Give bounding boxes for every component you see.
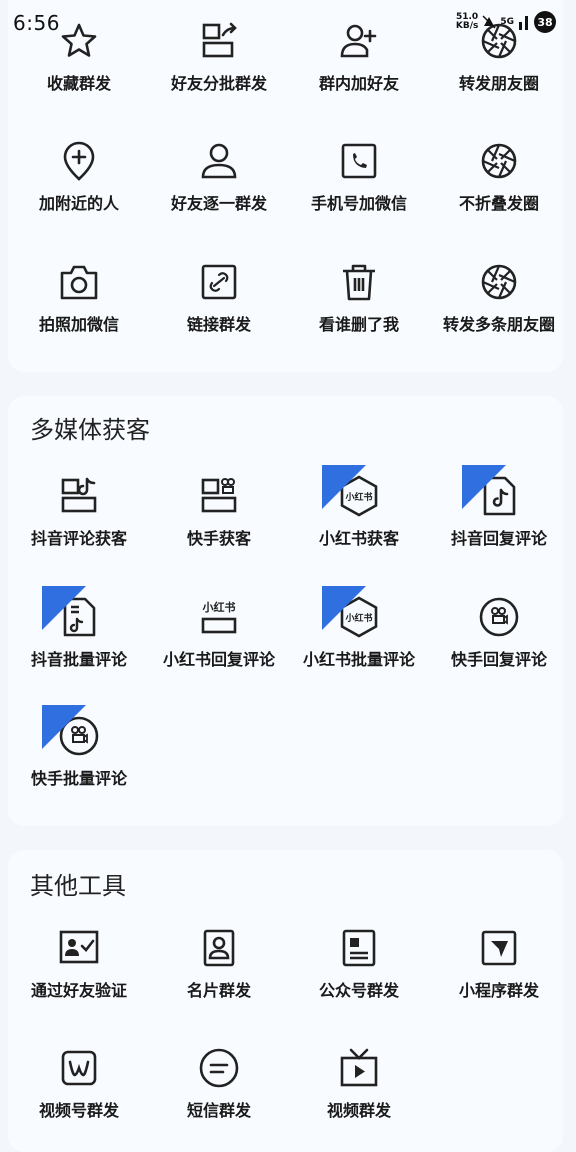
tool-label: 不折叠发圈 [458,194,539,213]
aperture-icon [481,143,517,179]
channels-icon [61,1050,97,1086]
tool-label: 手机号加微信 [310,194,407,213]
tool-label: 短信群发 [186,1101,251,1120]
tool-add-nearby[interactable]: 加附近的人 [4,138,154,214]
corner-badge-icon [42,705,86,749]
status-icons: 51.0 KB/s 5G 38 [456,11,556,33]
tool-kuaishou-leads[interactable]: 快手获客 [144,473,294,549]
battery-badge: 38 [534,11,556,33]
trash-icon [343,264,375,301]
tool-label: 加附近的人 [38,194,119,213]
tool-label: 好友分批群发 [170,74,267,93]
tool-label: 快手批量评论 [30,769,127,788]
tool-sms-broadcast[interactable]: 短信群发 [144,1045,294,1121]
tool-label: 链接群发 [186,315,251,334]
tool-label: 小程序群发 [458,981,539,1000]
multimedia-title: 多媒体获客 [30,416,150,444]
contact-card-icon [203,929,235,967]
tool-label: 转发朋友圈 [458,74,539,93]
tool-label: 快手回复评论 [450,650,547,669]
tool-xiaohongshu-leads[interactable]: 小红书 小红书获客 [284,465,434,549]
tool-friend-one-by-one[interactable]: 好友逐一群发 [144,138,294,214]
tool-label: 好友逐一群发 [170,194,267,213]
corner-badge-icon [42,586,86,630]
camera-icon [60,265,98,300]
tool-kuaishou-reply-comment[interactable]: 快手回复评论 [424,594,574,670]
tool-douyin-comment-leads[interactable]: 抖音评论获客 [4,473,154,549]
tool-forward-multi-moments[interactable]: 转发多条朋友圈 [424,259,574,335]
xhs-logo-text: 小红书 [202,600,236,614]
tv-icon [340,1048,378,1087]
corner-badge-icon [462,465,506,509]
douyin-card-icon [61,477,97,513]
tool-label: 名片群发 [186,981,251,1000]
tool-video-broadcast[interactable]: 视频群发 [284,1045,434,1121]
signal-icon [519,16,528,30]
status-time: 6:56 [13,11,60,35]
tool-official-account-broadcast[interactable]: 公众号群发 [284,925,434,1001]
corner-badge-icon [322,586,366,630]
tool-phone-add-wechat[interactable]: 手机号加微信 [284,138,434,214]
tool-label: 抖音批量评论 [30,650,127,669]
net-speed: 51.0 KB/s [456,13,478,31]
mute-icon [482,15,496,29]
tool-verify-friend[interactable]: 通过好友验证 [4,925,154,1001]
other-tools-title: 其他工具 [30,872,126,900]
tool-douyin-reply-comment[interactable]: 抖音回复评论 [424,465,574,549]
kuaishou-card-icon [201,478,237,513]
tool-label: 小红书获客 [318,529,399,548]
tool-label: 公众号群发 [318,981,399,1000]
verify-user-icon [59,930,99,964]
tool-xiaohongshu-batch-comment[interactable]: 小红书 小红书批量评论 [284,586,434,670]
mini-program-icon [481,930,517,966]
tool-link-broadcast[interactable]: 链接群发 [144,259,294,335]
network-type: 5G [500,17,514,27]
tool-label: 视频群发 [326,1101,391,1120]
tool-channels-broadcast[interactable]: 视频号群发 [4,1045,154,1121]
status-bar: 6:56 51.0 KB/s 5G 38 [0,0,576,44]
aperture-icon [481,264,517,300]
link-icon [201,264,237,300]
net-speed-unit: KB/s [455,21,479,31]
tool-label: 小红书批量评论 [302,650,415,669]
tool-douyin-batch-comment[interactable]: 抖音批量评论 [4,586,154,670]
tool-kuaishou-batch-comment[interactable]: 快手批量评论 [4,705,154,789]
location-pin-plus-icon [63,141,95,181]
tool-mini-program-broadcast[interactable]: 小程序群发 [424,925,574,1001]
sms-icon [199,1048,239,1088]
xiaohongshu-card-icon: 小红书 [202,600,237,634]
tool-label: 看谁删了我 [318,315,399,334]
tool-label: 抖音评论获客 [30,529,127,548]
tool-label: 转发多条朋友圈 [442,315,555,334]
tool-photo-add-wechat[interactable]: 拍照加微信 [4,259,154,335]
tool-label: 收藏群发 [46,74,111,93]
phone-icon [341,143,377,179]
tool-label: 拍照加微信 [38,315,119,334]
tool-label: 群内加好友 [318,74,399,93]
tool-xiaohongshu-reply-comment[interactable]: 小红书 小红书回复评论 [144,594,294,670]
tool-card-broadcast[interactable]: 名片群发 [144,925,294,1001]
kuaishou-circle-icon [479,597,519,637]
tool-label: 视频号群发 [38,1101,119,1120]
tool-who-deleted-me[interactable]: 看谁删了我 [284,259,434,335]
tool-no-fold-moments[interactable]: 不折叠发圈 [424,138,574,214]
tool-label: 通过好友验证 [30,981,127,1000]
tool-label: 抖音回复评论 [450,529,547,548]
tool-label: 快手获客 [186,529,251,548]
tool-label: 小红书回复评论 [162,650,275,669]
official-account-icon [342,929,376,967]
corner-badge-icon [322,465,366,509]
user-icon [201,143,237,179]
